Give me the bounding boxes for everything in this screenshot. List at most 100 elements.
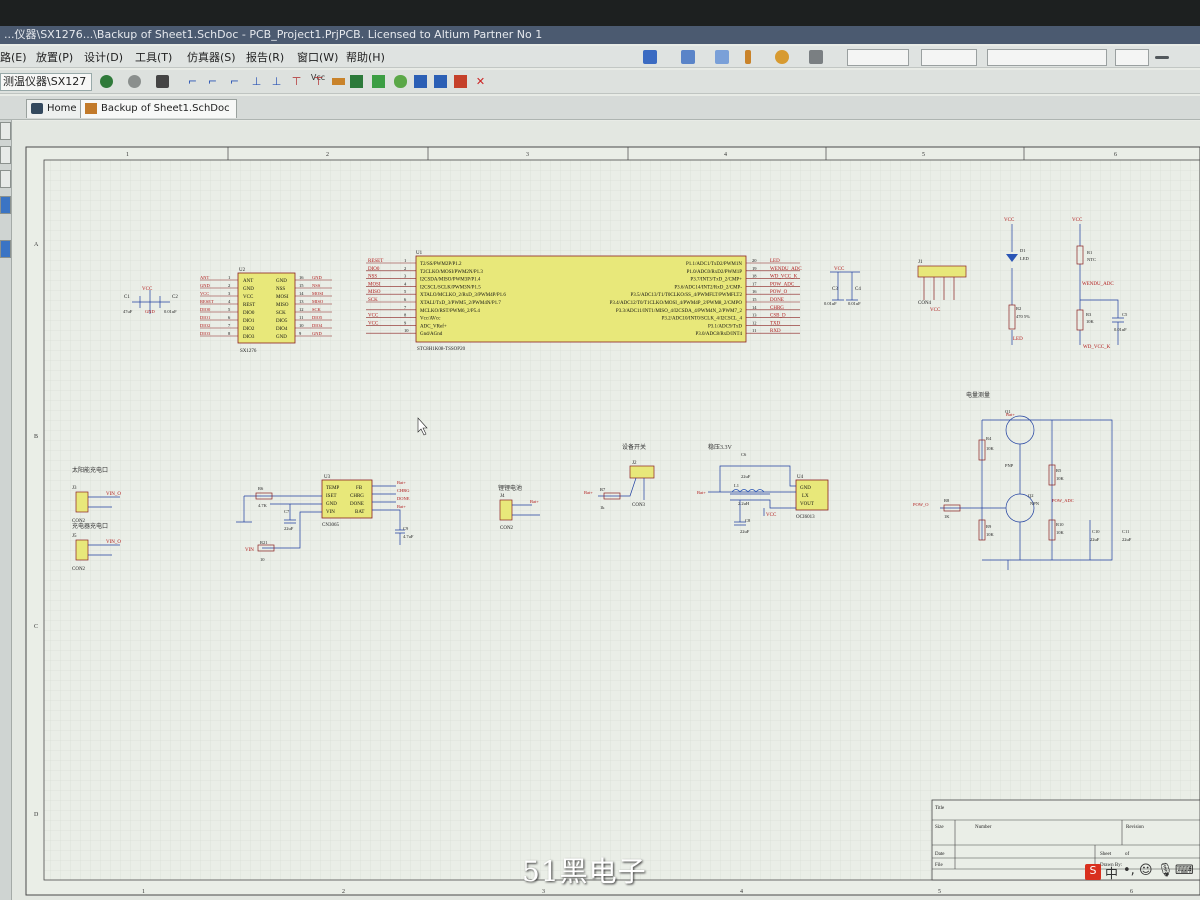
zoom-combo[interactable] [1115, 49, 1149, 66]
pin-name: GND [276, 335, 287, 340]
j5-ref: J5 [72, 534, 77, 539]
r8-ref: R8 [944, 498, 950, 503]
menu-edit[interactable]: 路(E) [0, 49, 27, 65]
pin-number: 14 [299, 291, 304, 296]
net-label: DIO4 [312, 323, 323, 328]
q2-ref: Q2 [1028, 493, 1034, 498]
ground-icon[interactable]: ⊥ [270, 75, 283, 88]
tab-schdoc[interactable]: Backup of Sheet1.SchDoc [80, 99, 237, 118]
resistor-icon[interactable] [745, 50, 751, 64]
c4-value: 0.01uF [848, 301, 861, 306]
panel-button-1[interactable] [0, 122, 11, 140]
net-label: VCC [368, 314, 379, 319]
sogou-icon[interactable]: S [1085, 864, 1101, 880]
home-nav-icon[interactable] [156, 75, 169, 88]
harness-icon[interactable] [394, 75, 407, 88]
c1-ref: C1 [124, 295, 130, 300]
emoji-icon[interactable]: ☺ [1139, 863, 1153, 878]
off-sheet-icon[interactable] [434, 75, 447, 88]
menu-design[interactable]: 设计(D) [84, 49, 123, 65]
panel-button-4[interactable] [0, 196, 11, 214]
part-icon[interactable] [332, 78, 345, 85]
pin-number: 2 [404, 266, 406, 271]
c10-ref: C10 [1092, 529, 1100, 534]
pin-name: ANT [243, 279, 253, 284]
menu-icon[interactable] [1155, 56, 1169, 59]
menu-place[interactable]: 放置(P) [36, 49, 73, 65]
schematic-doc-icon [85, 103, 97, 114]
power-port-icon[interactable]: ⊤ [290, 75, 303, 88]
net-label: CSB_D [770, 314, 786, 319]
filter-combo[interactable] [847, 49, 909, 66]
tab-home[interactable]: Home [26, 99, 84, 118]
pin-number: 1 [228, 275, 230, 280]
panel-button-5[interactable] [0, 240, 11, 258]
netlabel-icon[interactable]: ⊥ [250, 75, 263, 88]
column-label: 5 [938, 889, 941, 895]
mic-icon[interactable]: 🎙 [1157, 863, 1174, 878]
r6-value: 4.7K [258, 503, 268, 508]
pin-name: P3.5/ADC13/T1/T0CLKO/SS_4/PWMFLT/PWMFLT2 [631, 293, 743, 298]
forward-icon[interactable] [128, 75, 141, 88]
cap-pair-vcc: VCC [834, 267, 845, 272]
r2-ref: R2 [1016, 306, 1021, 311]
charge-in-label: 充电器充电口 [72, 522, 108, 530]
ground-power-icon[interactable] [715, 50, 729, 64]
pin-name: I2CSCL/SCLK/PWM3N/P1.5 [420, 285, 481, 290]
home-icon [31, 103, 43, 114]
r5-ref: R5 [1056, 468, 1062, 473]
ime-mode[interactable]: 中 [1105, 863, 1118, 882]
sheet-entry-icon[interactable] [372, 75, 385, 88]
row-label: D [34, 812, 39, 818]
r5-value: 10K [1056, 476, 1065, 481]
panel-button-2[interactable] [0, 146, 11, 164]
menu-simulator[interactable]: 仿真器(S) [187, 49, 236, 65]
grid-icon[interactable] [809, 50, 823, 64]
pin-name: P1.0/ADC0/RxD2/PWM1P [687, 270, 743, 275]
mcu-stc8h[interactable]: U1 STC8H1K08-TSSOP20 T2/SS/PWM2P/P1.2 1 RE… [366, 251, 802, 352]
q1-type: PNP [1005, 463, 1014, 468]
menu-reports[interactable]: 报告(R) [246, 49, 284, 65]
pin-number: 16 [752, 289, 757, 294]
panel-button-3[interactable] [0, 170, 11, 188]
net-label: NSS [312, 283, 321, 288]
row-label: B [34, 434, 38, 440]
schematic-drawing[interactable]: 112233445566ABCD U2 SX1276 ANT1ANTGND2GN… [12, 121, 1200, 900]
r10-ref: R10 [1056, 522, 1064, 527]
punct-mode[interactable]: •, [1123, 863, 1135, 878]
port-tool-icon[interactable] [414, 75, 427, 88]
class-combo[interactable] [987, 49, 1107, 66]
menu-help[interactable]: 帮助(H) [346, 49, 385, 65]
r7-value: 1k [600, 505, 605, 510]
menu-window[interactable]: 窗口(W) [297, 49, 338, 65]
bus-entry-icon[interactable]: ⌐ [206, 75, 219, 88]
sheet-symbol-icon[interactable] [350, 75, 363, 88]
window-title: ...仪器\SX1276...\Backup of Sheet1.SchDoc … [0, 26, 1200, 44]
j2-part: CON3 [632, 503, 646, 508]
schematic-canvas[interactable]: 112233445566ABCD U2 SX1276 ANT 1 ANT GND 2 GN… [12, 121, 1200, 900]
back-icon[interactable] [100, 75, 113, 88]
mask-combo[interactable] [921, 49, 977, 66]
vcc-power-icon[interactable]: ⊤ [312, 75, 325, 88]
column-label: 1 [142, 889, 145, 895]
column-label: 3 [526, 152, 529, 158]
pin-name: ADC_VRef+ [420, 324, 447, 329]
pin-number: 14 [752, 305, 757, 310]
solar-vin: VIN_O [106, 492, 121, 497]
keyboard-icon[interactable]: ⌨ [1175, 863, 1194, 878]
u3-net-4: Bat+ [397, 504, 406, 509]
port-icon[interactable] [775, 50, 789, 64]
project-combo[interactable]: 测温仪器\SX127 [0, 73, 92, 91]
pin-number: 10 [404, 328, 409, 333]
wire-tool-icon[interactable]: ⌐ [228, 75, 241, 88]
pow-adc-net: POW_ADC [1052, 498, 1074, 503]
no-erc-icon[interactable]: ✕ [474, 75, 487, 88]
c6-value: 22uF [741, 474, 751, 479]
bus-icon[interactable] [681, 50, 695, 64]
directive-icon[interactable] [454, 75, 467, 88]
net-icon[interactable]: ⌐ [186, 75, 199, 88]
wire-icon[interactable] [643, 50, 657, 64]
net-label: RESET [200, 299, 214, 304]
pin-name: DIO5 [276, 319, 288, 324]
menu-tools[interactable]: 工具(T) [135, 49, 172, 65]
